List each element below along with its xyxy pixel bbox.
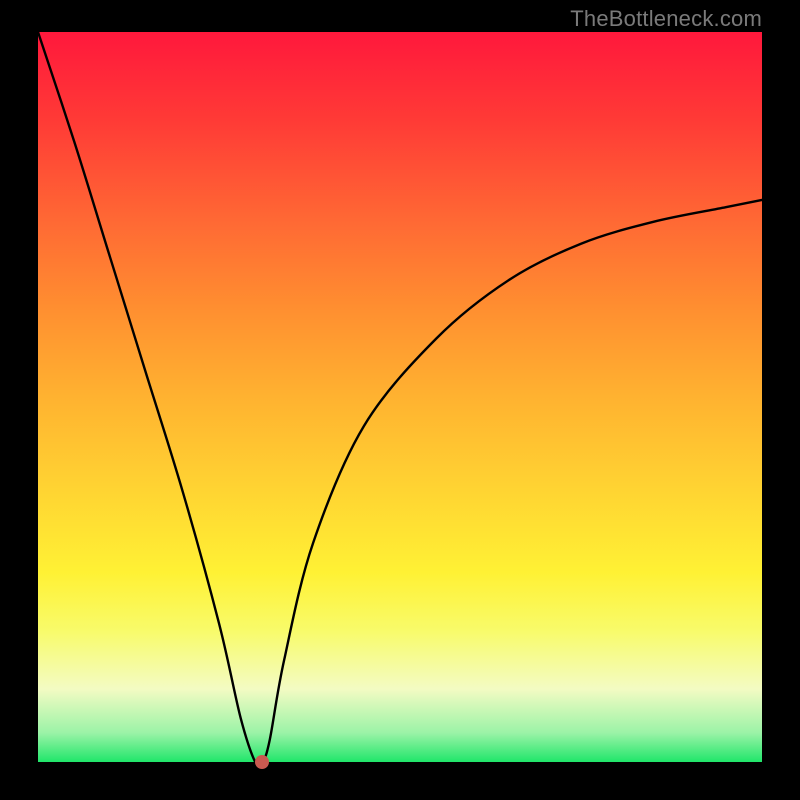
watermark-text: TheBottleneck.com <box>570 6 762 32</box>
plot-area <box>38 32 762 762</box>
chart-frame: TheBottleneck.com <box>0 0 800 800</box>
optimal-point-marker <box>255 755 269 769</box>
bottleneck-curve <box>38 32 762 762</box>
